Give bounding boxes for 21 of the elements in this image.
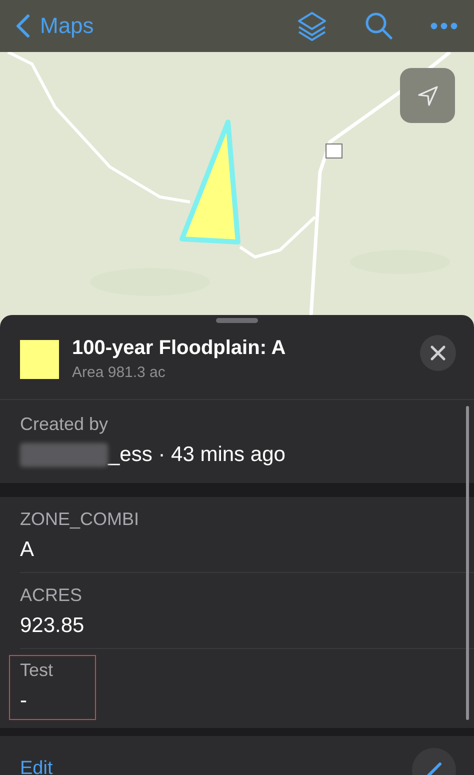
back-chevron-icon	[16, 14, 30, 38]
close-button[interactable]	[420, 335, 456, 371]
field-value: -	[20, 689, 28, 713]
feature-area: Area 981.3 ac	[72, 364, 420, 381]
field-label: Test	[20, 660, 54, 681]
search-icon[interactable]	[364, 11, 394, 41]
close-icon	[430, 345, 446, 361]
drag-handle[interactable]	[216, 318, 258, 323]
field-label: ACRES	[20, 585, 84, 606]
location-arrow-icon	[416, 84, 440, 108]
field-value: 923.85	[20, 614, 86, 638]
field-label: Created by	[20, 414, 110, 435]
edit-link[interactable]: Edit	[20, 758, 53, 775]
location-button[interactable]	[400, 68, 455, 123]
back-button[interactable]: Maps	[14, 11, 96, 41]
feature-title: 100-year Floodplain: A	[72, 337, 287, 360]
field-label: ZONE_COMBI	[20, 509, 140, 530]
field-value: A	[20, 538, 36, 562]
layers-icon[interactable]	[296, 10, 328, 42]
more-icon[interactable]	[430, 22, 458, 30]
field-value: _ess · 43 mins ago	[108, 443, 286, 467]
